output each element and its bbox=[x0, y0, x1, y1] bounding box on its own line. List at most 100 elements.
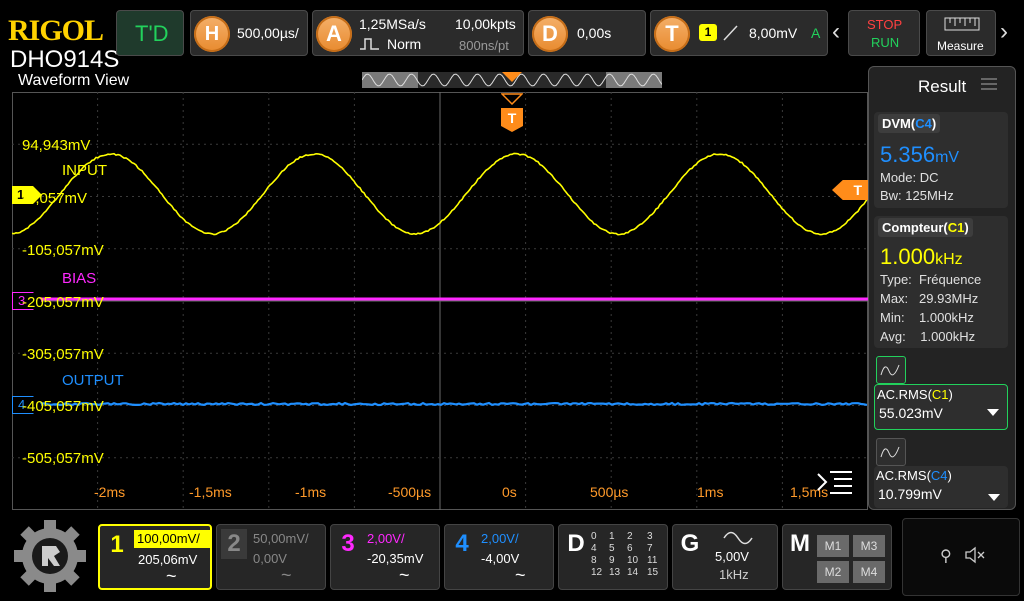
acquire-pulse-icon bbox=[359, 37, 381, 51]
level-label-6: -405,057mV bbox=[22, 398, 104, 415]
acrms4-value: 10.799mV bbox=[878, 486, 942, 502]
bias-label: BIAS bbox=[62, 270, 96, 287]
sine-wave-icon bbox=[723, 531, 753, 545]
digital-label: D bbox=[563, 529, 589, 559]
acrms1-value: 55.023mV bbox=[879, 405, 943, 421]
chevron-down-icon[interactable] bbox=[987, 409, 999, 416]
delay-icon: D bbox=[532, 16, 568, 52]
x-tick: 0s bbox=[502, 484, 517, 500]
level-label-1: 94,943mV bbox=[22, 137, 90, 154]
level-label-4: -205,057mV bbox=[22, 294, 104, 311]
x-tick: 500µs bbox=[590, 484, 628, 500]
rising-edge-icon bbox=[723, 25, 739, 41]
td-button[interactable]: T'D bbox=[116, 10, 184, 56]
acrms4-title: AC.RMS(C4) bbox=[876, 468, 952, 483]
model-name: DHO914S bbox=[10, 46, 119, 74]
ch4-coupling-icon: ~ bbox=[515, 565, 526, 586]
usb-icon: ⚲ bbox=[940, 546, 952, 566]
menu-icon[interactable] bbox=[814, 468, 854, 501]
right-arrow-icon[interactable]: › bbox=[1000, 18, 1008, 46]
status-area bbox=[902, 518, 1020, 596]
generator-button[interactable]: G 5,00V 1kHz bbox=[672, 524, 778, 590]
acrms1-wave-icon bbox=[876, 356, 906, 384]
counter-type: Type: Fréquence bbox=[880, 272, 981, 287]
ch3-coupling-icon: ~ bbox=[399, 565, 410, 586]
counter-title: Compteur(C1) bbox=[878, 218, 973, 237]
acquire-button[interactable]: A 1,25MSa/s Norm 10,00kpts 800ns/pt bbox=[312, 10, 524, 56]
ch1-coupling-icon: ~ bbox=[166, 566, 177, 587]
math-label: M bbox=[787, 529, 813, 559]
dvm-value: 5.356mV bbox=[880, 142, 959, 168]
trigger-level: 8,00mV bbox=[749, 25, 797, 41]
ch2-scale: 50,00mV/ bbox=[253, 531, 309, 546]
generator-label: G bbox=[677, 529, 703, 559]
generator-frequency: 1kHz bbox=[719, 567, 749, 582]
ch4-offset: -4,00V bbox=[481, 551, 519, 566]
acrms1-title: AC.RMS(C1) bbox=[877, 387, 953, 402]
horizontal-icon: H bbox=[194, 16, 230, 52]
home-gear-icon[interactable] bbox=[10, 516, 90, 601]
dvm-card[interactable]: DVM(C4) 5.356mV Mode: DC Bw: 125MHz bbox=[874, 112, 1008, 208]
memory-depth: 10,00kpts bbox=[455, 16, 516, 32]
td-label: T'D bbox=[135, 21, 169, 47]
left-arrow-icon[interactable]: ‹ bbox=[832, 18, 840, 46]
ch3-number: 3 bbox=[335, 529, 361, 559]
run-label: RUN bbox=[871, 35, 899, 50]
acquire-mode: Norm bbox=[387, 36, 421, 52]
channel-1-button[interactable]: 1 100,00mV/ 205,06mV ~ bbox=[98, 524, 212, 590]
ch2-offset: 0,00V bbox=[253, 551, 287, 566]
chevron-down-icon[interactable] bbox=[988, 494, 1000, 501]
sample-rate: 1,25MSa/s bbox=[359, 16, 426, 32]
point-time: 800ns/pt bbox=[459, 38, 509, 53]
result-menu-icon[interactable] bbox=[980, 76, 998, 97]
delay-button[interactable]: D 0,00s bbox=[528, 10, 646, 56]
ch4-scale: 2,00V/ bbox=[481, 531, 519, 546]
counter-card[interactable]: Compteur(C1) 1.000kHz Type: Fréquence Ma… bbox=[874, 216, 1008, 348]
ruler-icon bbox=[944, 17, 980, 31]
horizontal-button[interactable]: H 500,00µs/ bbox=[190, 10, 308, 56]
ch4-number: 4 bbox=[449, 529, 475, 559]
math-m4[interactable]: M4 bbox=[853, 561, 885, 583]
trigger-icon: T bbox=[654, 16, 690, 52]
level-label-3: -105,057mV bbox=[22, 242, 104, 259]
math-m2[interactable]: M2 bbox=[817, 561, 849, 583]
math-button[interactable]: M M1 M3 M2 M4 bbox=[782, 524, 892, 590]
digital-button[interactable]: D 0123 4567 8 9 10 11 12 13 14 15 bbox=[558, 524, 668, 590]
level-label-7: -505,057mV bbox=[22, 450, 104, 467]
counter-max: Max: 29.93MHz bbox=[880, 291, 978, 306]
channel-3-button[interactable]: 3 2,00V/ -20,35mV ~ bbox=[330, 524, 440, 590]
delay-value: 0,00s bbox=[577, 25, 611, 41]
dvm-title: DVM(C4) bbox=[878, 114, 940, 133]
dvm-bandwidth: Bw: 125MHz bbox=[880, 188, 954, 203]
level-label-5: -305,057mV bbox=[22, 346, 104, 363]
acrms4-card[interactable]: AC.RMS(C4) 10.799mV bbox=[874, 466, 1008, 508]
result-title: Result bbox=[918, 77, 966, 97]
x-tick: -500µs bbox=[388, 484, 431, 500]
trigger-mode: A bbox=[811, 25, 820, 41]
speaker-mute-icon[interactable] bbox=[964, 546, 986, 569]
math-m1[interactable]: M1 bbox=[817, 535, 849, 557]
channel-2-button[interactable]: 2 50,00mV/ 0,00V ~ bbox=[216, 524, 326, 590]
output-label: OUTPUT bbox=[62, 372, 124, 389]
run-stop-button[interactable]: STOP RUN bbox=[848, 10, 920, 56]
counter-min: Min: 1.000kHz bbox=[880, 310, 974, 325]
channel-4-button[interactable]: 4 2,00V/ -4,00V ~ bbox=[444, 524, 554, 590]
x-tick: -1,5ms bbox=[189, 484, 232, 500]
ch1-scale: 100,00mV/ bbox=[134, 530, 210, 548]
measure-button[interactable]: Measure bbox=[926, 10, 996, 56]
counter-avg: Avg: 1.000kHz bbox=[880, 329, 975, 344]
memory-overview-bar[interactable] bbox=[362, 70, 662, 90]
acrms1-card[interactable]: AC.RMS(C1) 55.023mV bbox=[874, 384, 1008, 430]
ch3-offset: -20,35mV bbox=[367, 551, 423, 566]
acrms4-wave-icon bbox=[876, 438, 906, 466]
timebase-value: 500,00µs/ bbox=[237, 25, 299, 41]
trigger-position-marker[interactable] bbox=[501, 92, 523, 110]
math-m3[interactable]: M3 bbox=[853, 535, 885, 557]
level-label-2: -5,057mV bbox=[22, 190, 87, 207]
trigger-source-badge: 1 bbox=[699, 24, 717, 41]
waveform-grid[interactable] bbox=[12, 92, 868, 510]
x-tick: -2ms bbox=[94, 484, 125, 500]
ch3-scale: 2,00V/ bbox=[367, 531, 405, 546]
acquire-icon: A bbox=[316, 16, 352, 52]
trigger-button[interactable]: T 1 8,00mV A bbox=[650, 10, 828, 56]
